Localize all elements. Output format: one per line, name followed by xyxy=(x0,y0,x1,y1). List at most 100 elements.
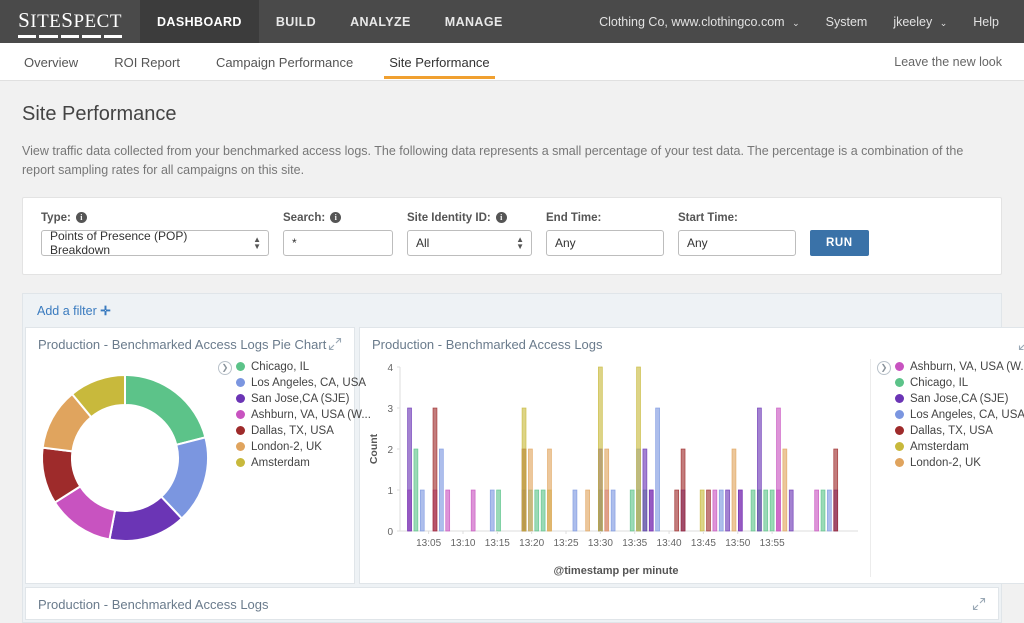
sitespect-logo[interactable]: SITESPECT xyxy=(0,0,140,43)
bar[interactable] xyxy=(637,367,641,531)
bar[interactable] xyxy=(707,490,711,531)
expand-icon[interactable] xyxy=(972,597,986,611)
legend-item[interactable]: Dallas, TX, USA xyxy=(895,425,1024,437)
bar[interactable] xyxy=(789,490,793,531)
legend-item[interactable]: Chicago, IL xyxy=(895,377,1024,389)
legend-item[interactable]: Amsterdam xyxy=(236,457,371,469)
x-tick-label: 13:45 xyxy=(691,538,716,549)
bar[interactable] xyxy=(522,408,526,531)
bar[interactable] xyxy=(535,490,539,531)
info-icon[interactable]: i xyxy=(76,212,87,223)
bar[interactable] xyxy=(528,449,532,531)
bar[interactable] xyxy=(497,490,501,531)
bar[interactable] xyxy=(433,408,437,531)
bar[interactable] xyxy=(649,490,653,531)
bar[interactable] xyxy=(656,408,660,531)
legend-item[interactable]: Chicago, IL xyxy=(236,361,371,373)
bar[interactable] xyxy=(573,490,577,531)
legend-item[interactable]: Los Angeles, CA, USA xyxy=(895,409,1024,421)
bar[interactable] xyxy=(821,490,825,531)
bar[interactable] xyxy=(681,449,685,531)
search-input[interactable] xyxy=(283,230,393,256)
legend-label: San Jose,CA (SJE) xyxy=(910,393,1008,405)
add-filter-link[interactable]: Add a filter ✛ xyxy=(37,304,111,318)
account-site-selector[interactable]: Clothing Co, www.clothingco.com ⌄ xyxy=(586,15,813,29)
legend-item[interactable]: San Jose,CA (SJE) xyxy=(236,393,371,405)
site-identity-select[interactable]: All ▲▼ xyxy=(407,230,532,256)
tab-campaign-performance[interactable]: Campaign Performance xyxy=(214,45,355,79)
bar[interactable] xyxy=(675,490,679,531)
bar[interactable] xyxy=(541,490,545,531)
legend-item[interactable]: Amsterdam xyxy=(895,441,1024,453)
info-icon[interactable]: i xyxy=(330,212,341,223)
pie-legend-container: ❯ Chicago, IL Los Angeles, CA, USA San Jos… xyxy=(218,359,371,469)
bar[interactable] xyxy=(439,449,443,531)
legend-item[interactable]: Ashburn, VA, USA (W... xyxy=(236,409,371,421)
bar[interactable] xyxy=(827,490,831,531)
x-tick-label: 13:40 xyxy=(657,538,682,549)
bar[interactable] xyxy=(446,490,450,531)
bar[interactable] xyxy=(777,408,781,531)
legend-item[interactable]: Ashburn, VA, USA (W... xyxy=(895,361,1024,373)
bottom-panel-title: Production - Benchmarked Access Logs xyxy=(38,597,972,612)
nav-build[interactable]: BUILD xyxy=(259,0,333,43)
type-select[interactable]: Points of Presence (POP) Breakdown ▲▼ xyxy=(41,230,269,256)
bar[interactable] xyxy=(738,490,742,531)
bar-chart-svg: 01234Count13:0513:1013:1513:2013:2513:30… xyxy=(366,359,866,559)
pie-panel-body: ❯ Chicago, ILLos Angeles, CA, USASan Jos… xyxy=(26,359,354,557)
x-tick-label: 13:10 xyxy=(450,538,475,549)
bar[interactable] xyxy=(548,449,552,531)
tab-overview[interactable]: Overview xyxy=(22,45,80,79)
filter-panel: Type: i Points of Presence (POP) Breakdo… xyxy=(22,197,1002,275)
run-button[interactable]: RUN xyxy=(810,230,869,256)
bar[interactable] xyxy=(783,449,787,531)
bar[interactable] xyxy=(757,408,761,531)
nav-manage[interactable]: MANAGE xyxy=(428,0,520,43)
legend-collapse-toggle[interactable]: ❯ xyxy=(218,361,232,375)
user-menu[interactable]: jkeeley ⌄ xyxy=(880,15,960,29)
bar[interactable] xyxy=(414,449,418,531)
bar-panel-title: Production - Benchmarked Access Logs xyxy=(372,337,1018,352)
system-menu[interactable]: System xyxy=(813,15,881,29)
bar[interactable] xyxy=(586,490,590,531)
bar[interactable] xyxy=(719,490,723,531)
nav-dashboard[interactable]: DASHBOARD xyxy=(140,0,259,43)
bar[interactable] xyxy=(751,490,755,531)
bar[interactable] xyxy=(726,490,730,531)
expand-icon[interactable] xyxy=(328,337,342,351)
bar[interactable] xyxy=(643,449,647,531)
start-time-input[interactable] xyxy=(678,230,796,256)
legend-collapse-toggle[interactable]: ❯ xyxy=(877,361,891,375)
help-link[interactable]: Help xyxy=(960,15,1012,29)
legend-item[interactable]: Los Angeles, CA, USA xyxy=(236,377,371,389)
bar[interactable] xyxy=(770,490,774,531)
bar[interactable] xyxy=(420,490,424,531)
bar[interactable] xyxy=(732,449,736,531)
leave-new-look-link[interactable]: Leave the new look xyxy=(894,55,1002,69)
bar[interactable] xyxy=(764,490,768,531)
bar[interactable] xyxy=(611,490,615,531)
bar[interactable] xyxy=(815,490,819,531)
legend-item[interactable]: San Jose,CA (SJE) xyxy=(895,393,1024,405)
pie-slice[interactable] xyxy=(125,375,205,445)
bar[interactable] xyxy=(834,449,838,531)
legend-label: Amsterdam xyxy=(910,441,969,453)
bar[interactable] xyxy=(598,367,602,531)
end-time-input[interactable] xyxy=(546,230,664,256)
legend-item[interactable]: Dallas, TX, USA xyxy=(236,425,371,437)
legend-item[interactable]: London-2, UK xyxy=(895,457,1024,469)
bar[interactable] xyxy=(630,490,634,531)
tab-roi-report[interactable]: ROI Report xyxy=(112,45,182,79)
bar[interactable] xyxy=(471,490,475,531)
tab-site-performance[interactable]: Site Performance xyxy=(387,45,491,79)
bar[interactable] xyxy=(490,490,494,531)
info-icon[interactable]: i xyxy=(496,212,507,223)
legend-item[interactable]: London-2, UK xyxy=(236,441,371,453)
bar[interactable] xyxy=(408,408,412,531)
bar[interactable] xyxy=(605,449,609,531)
bar-area: 01234Count13:0513:1013:1513:2013:2513:30… xyxy=(366,359,1024,577)
bar[interactable] xyxy=(713,490,717,531)
nav-analyze[interactable]: ANALYZE xyxy=(333,0,428,43)
expand-icon[interactable] xyxy=(1018,337,1024,351)
bar[interactable] xyxy=(700,490,704,531)
